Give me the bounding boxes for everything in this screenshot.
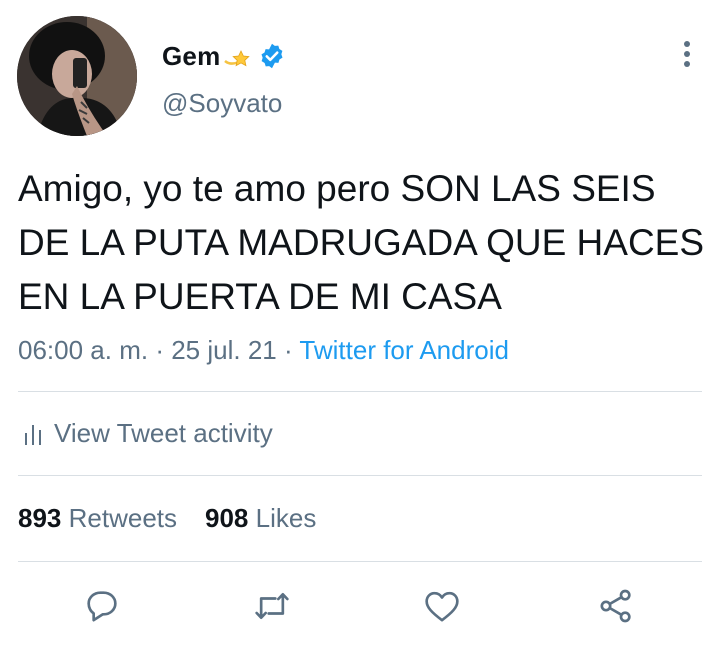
author-name[interactable]: Gem bbox=[162, 41, 220, 72]
dizzy-star-icon bbox=[222, 41, 252, 71]
retweet-icon bbox=[255, 593, 289, 619]
likes-stat[interactable]: 908 Likes bbox=[205, 503, 316, 533]
verified-badge-icon bbox=[258, 42, 286, 70]
more-vertical-icon[interactable] bbox=[680, 40, 694, 68]
divider bbox=[18, 475, 702, 476]
avatar[interactable] bbox=[17, 16, 137, 136]
tweet-time[interactable]: 06:00 a. m. bbox=[18, 335, 148, 365]
meta-separator: · bbox=[283, 335, 293, 365]
profile-photo bbox=[17, 16, 137, 136]
share-icon bbox=[600, 589, 631, 623]
retweets-label: Retweets bbox=[68, 503, 178, 533]
divider bbox=[18, 561, 702, 562]
view-tweet-activity-button[interactable]: View Tweet activity bbox=[24, 418, 273, 449]
author-handle[interactable]: @Soyvato bbox=[162, 88, 282, 119]
tweet-stats: 893 Retweets 908 Likes bbox=[18, 503, 316, 534]
like-button[interactable] bbox=[420, 584, 464, 628]
tweet-date[interactable]: 25 jul. 21 bbox=[171, 335, 277, 365]
tweet-meta: 06:00 a. m. · 25 jul. 21 · Twitter for A… bbox=[18, 335, 509, 366]
share-button[interactable] bbox=[594, 584, 638, 628]
likes-label: Likes bbox=[255, 503, 317, 533]
meta-separator: · bbox=[155, 335, 164, 365]
retweets-stat[interactable]: 893 Retweets bbox=[18, 503, 177, 533]
tweet-text: Amigo, yo te amo pero SON LAS SEIS DE LA… bbox=[18, 168, 705, 317]
retweet-button[interactable] bbox=[250, 584, 294, 628]
likes-count: 908 bbox=[205, 503, 249, 533]
reply-button[interactable] bbox=[80, 584, 124, 628]
author-name-row[interactable]: Gem bbox=[162, 36, 286, 76]
bar-chart-icon bbox=[25, 424, 41, 445]
retweets-count: 893 bbox=[18, 503, 62, 533]
tweet-source-link[interactable]: Twitter for Android bbox=[299, 335, 509, 365]
heart-icon bbox=[425, 591, 459, 622]
view-tweet-activity-label: View Tweet activity bbox=[54, 418, 273, 448]
divider bbox=[18, 391, 702, 392]
reply-icon bbox=[87, 591, 117, 622]
